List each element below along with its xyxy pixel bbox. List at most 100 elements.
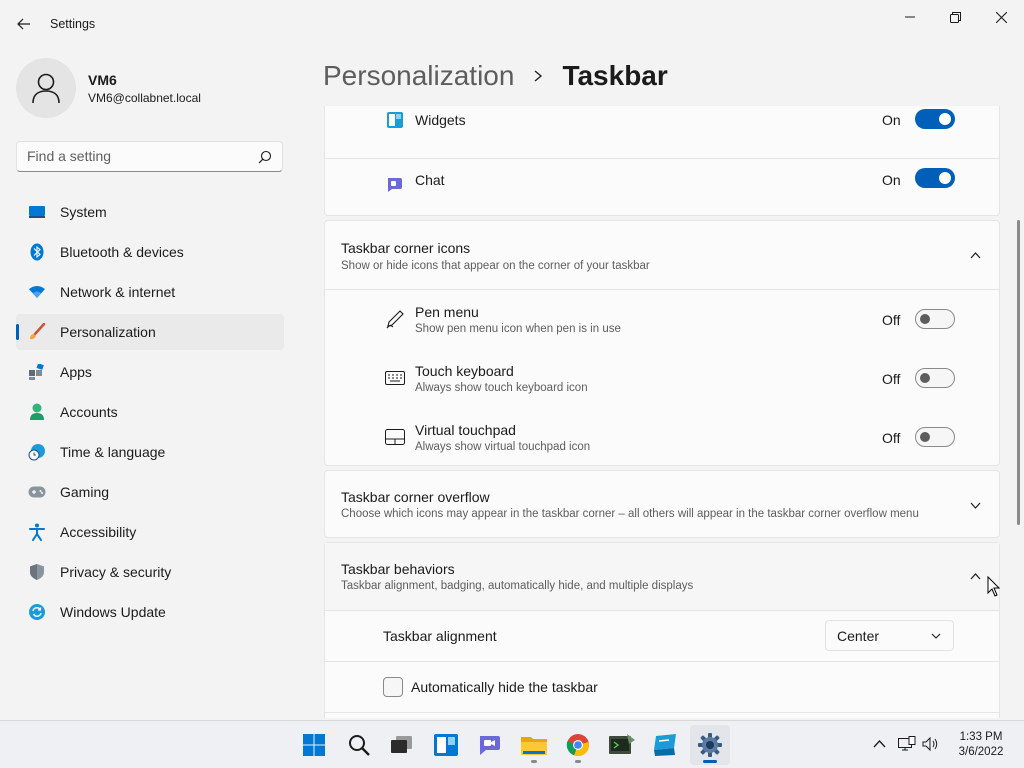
behaviors-title: Taskbar behaviors: [341, 561, 455, 577]
chevron-up-icon[interactable]: [967, 247, 983, 263]
touch-keyboard-desc: Always show touch keyboard icon: [415, 382, 588, 394]
pen-menu-row: Pen menu Show pen menu icon when pen is …: [325, 290, 999, 349]
settings-taskbar-button[interactable]: [690, 725, 730, 765]
minimize-icon: [905, 16, 915, 18]
behaviors-header[interactable]: Taskbar behaviors Taskbar alignment, bad…: [325, 543, 999, 610]
bluetooth-icon: [28, 243, 46, 261]
chat-label: Chat: [415, 172, 445, 188]
widgets-row: Widgets On: [325, 106, 999, 158]
task-view-button[interactable]: [382, 725, 422, 765]
virtual-touchpad-toggle[interactable]: [915, 427, 955, 447]
person-silhouette-icon: [32, 73, 60, 104]
terminal-app-button[interactable]: [602, 725, 642, 765]
start-button[interactable]: [294, 725, 334, 765]
mouse-cursor-icon: [987, 576, 1001, 597]
breadcrumb-parent[interactable]: Personalization: [323, 60, 514, 92]
touch-keyboard-label: Touch keyboard: [415, 363, 514, 379]
pen-menu-label: Pen menu: [415, 304, 479, 320]
sidebar-item-windows-update[interactable]: Windows Update: [16, 594, 284, 630]
chevron-up-icon[interactable]: [967, 568, 983, 584]
sidebar-item-personalization[interactable]: Personalization: [16, 314, 284, 350]
sidebar-item-network[interactable]: Network & internet: [16, 274, 284, 310]
touch-keyboard-toggle[interactable]: [915, 368, 955, 388]
volume-icon[interactable]: [920, 733, 942, 755]
network-icon[interactable]: [896, 733, 918, 755]
widgets-icon: [385, 110, 405, 130]
search-taskbar-button[interactable]: [339, 725, 379, 765]
clock[interactable]: 1:33 PM 3/6/2022: [950, 730, 1012, 760]
back-arrow-icon: [17, 18, 30, 30]
user-email: VM6@collabnet.local: [88, 91, 201, 105]
app-title: Settings: [50, 17, 96, 31]
sidebar-item-label: Accounts: [60, 404, 118, 420]
toggle-knob: [920, 314, 930, 324]
alignment-dropdown[interactable]: Center: [825, 620, 954, 651]
widgets-state: On: [882, 112, 901, 128]
sidebar-item-label: Network & internet: [60, 284, 176, 300]
widgets-taskbar-button[interactable]: [426, 725, 466, 765]
scrollbar[interactable]: [1017, 220, 1020, 525]
store-app-button[interactable]: [646, 725, 686, 765]
sidebar-item-accounts[interactable]: Accounts: [16, 394, 284, 430]
sidebar-item-label: System: [60, 204, 107, 220]
restore-icon: [949, 11, 961, 23]
clock-globe-icon: [28, 443, 46, 461]
file-explorer-button[interactable]: [514, 725, 554, 765]
sidebar-item-bluetooth[interactable]: Bluetooth & devices: [16, 234, 284, 270]
autohide-checkbox[interactable]: [383, 677, 403, 697]
search-input[interactable]: [27, 148, 247, 164]
folder-icon: [521, 737, 547, 755]
search-icon[interactable]: [258, 150, 272, 164]
touch-keyboard-state: Off: [882, 371, 901, 387]
chat-toggle[interactable]: [915, 168, 955, 188]
sidebar-item-label: Apps: [60, 364, 92, 380]
virtual-touchpad-desc: Always show virtual touchpad icon: [415, 441, 591, 453]
sidebar-item-apps[interactable]: Apps: [16, 354, 284, 390]
alignment-row: Taskbar alignment Center: [325, 611, 999, 661]
chat-state: On: [882, 172, 901, 188]
sidebar-item-label: Time & language: [60, 444, 166, 460]
row-divider: [325, 712, 999, 713]
sidebar-item-label: Accessibility: [60, 524, 137, 540]
task-view-icon: [391, 736, 412, 753]
user-card[interactable]: VM6 VM6@collabnet.local: [16, 58, 286, 118]
close-button[interactable]: [978, 2, 1024, 32]
sidebar-item-accessibility[interactable]: Accessibility: [16, 514, 284, 550]
minimize-button[interactable]: [887, 2, 933, 32]
taskbar: 1:33 PM 3/6/2022: [0, 720, 1024, 768]
sidebar-item-label: Gaming: [60, 484, 110, 500]
autohide-row: Automatically hide the taskbar: [325, 662, 999, 712]
chevron-right-icon: [535, 70, 543, 82]
gamepad-icon: [28, 483, 46, 501]
chat-icon: [480, 736, 500, 755]
sidebar-item-time-language[interactable]: Time & language: [16, 434, 284, 470]
windows-logo-icon: [303, 734, 325, 756]
chrome-button[interactable]: [558, 725, 598, 765]
toggle-knob: [939, 172, 951, 184]
restore-button[interactable]: [932, 2, 978, 32]
back-button[interactable]: [10, 10, 38, 38]
sidebar-item-system[interactable]: System: [16, 194, 284, 230]
virtual-touchpad-label: Virtual touchpad: [415, 422, 516, 438]
chat-taskbar-button[interactable]: [470, 725, 510, 765]
sidebar-item-privacy[interactable]: Privacy & security: [16, 554, 284, 590]
search-box[interactable]: [16, 141, 283, 172]
search-icon: [349, 735, 370, 756]
corner-icons-header[interactable]: Taskbar corner icons Show or hide icons …: [325, 221, 999, 289]
widgets-toggle[interactable]: [915, 109, 955, 129]
corner-overflow-card[interactable]: Taskbar corner overflow Choose which ico…: [324, 470, 1000, 538]
keyboard-icon: [385, 368, 405, 388]
shield-icon: [28, 563, 46, 581]
pen-menu-toggle[interactable]: [915, 309, 955, 329]
sidebar-item-gaming[interactable]: Gaming: [16, 474, 284, 510]
pen-menu-desc: Show pen menu icon when pen is in use: [415, 323, 621, 335]
active-indicator: [703, 760, 717, 763]
brush-icon: [28, 323, 46, 341]
clock-time: 1:33 PM: [959, 731, 1003, 743]
virtual-touchpad-row: Virtual touchpad Always show virtual tou…: [325, 408, 999, 467]
clock-date: 3/6/2022: [958, 746, 1004, 758]
chevron-down-icon[interactable]: [967, 497, 983, 513]
chevron-up-icon[interactable]: [868, 733, 890, 755]
pen-icon: [385, 309, 405, 329]
corner-overflow-title: Taskbar corner overflow: [341, 489, 490, 505]
